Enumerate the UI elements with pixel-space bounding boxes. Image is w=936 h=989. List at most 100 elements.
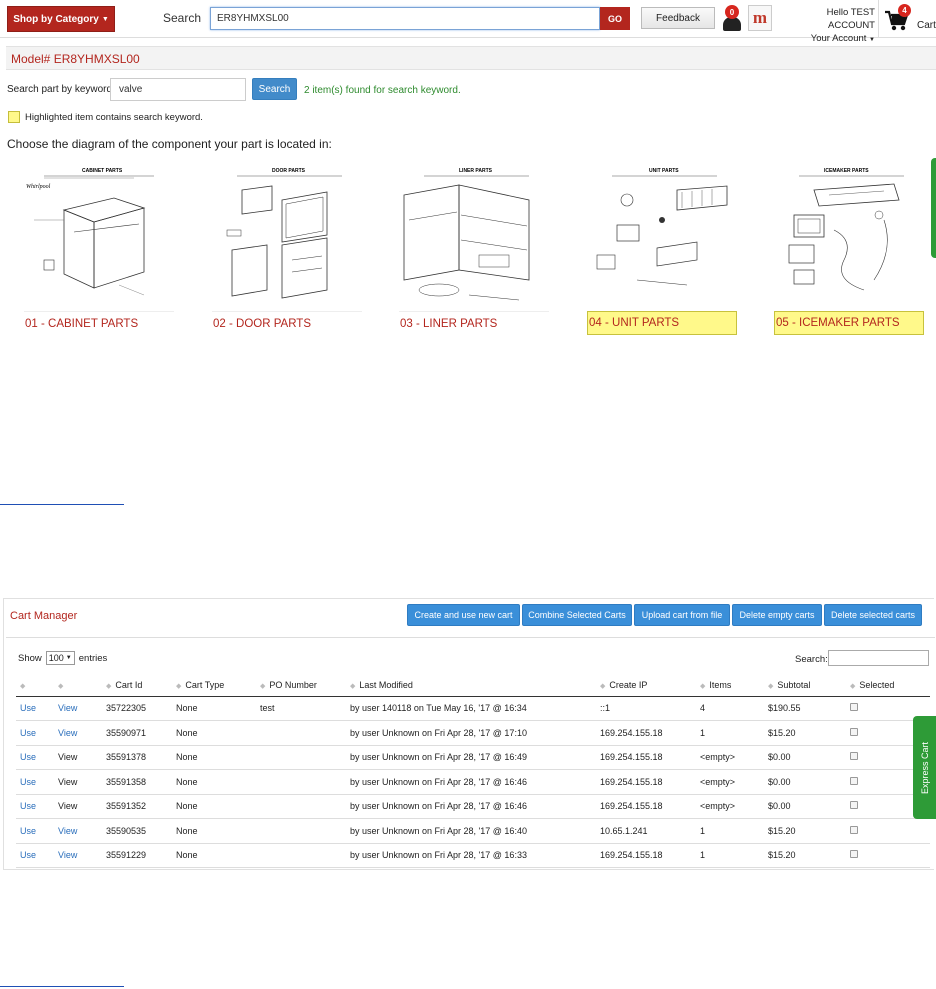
column-header-cart-type[interactable]: ◆ Cart Type [172,674,256,697]
view-cart-link[interactable]: View [54,843,102,868]
items-cell: <empty> [696,769,764,795]
shop-by-category-button[interactable]: Shop by Category ▼ [7,6,115,32]
diagram-image-title: CABINET PARTS [82,168,123,174]
feedback-button[interactable]: Feedback [641,7,715,29]
separator-rule [0,986,124,987]
use-cart-link[interactable]: Use [16,843,54,868]
column-header-view[interactable]: ◆ [54,674,102,697]
header-divider [878,0,879,38]
subtotal-cell: $0.00 [764,794,846,819]
po-number-cell [256,769,346,795]
table-search-input[interactable] [828,650,929,666]
table-row: Use View 35591352 None by user Unknown o… [16,794,930,819]
delete-empty-carts-button[interactable]: Delete empty carts [732,604,822,626]
keyword-label: Search part by keyword: [7,84,115,95]
use-cart-link[interactable]: Use [16,696,54,721]
select-cart-checkbox[interactable] [850,801,858,810]
upload-cart-button[interactable]: Upload cart from file [634,604,730,626]
diagram-caption[interactable]: 05 - ICEMAKER PARTS [774,311,924,335]
sort-icon: ◆ [768,682,774,690]
column-header-po-number[interactable]: ◆ PO Number [256,674,346,697]
use-cart-link[interactable]: Use [16,794,54,819]
view-cart-link[interactable]: View [54,696,102,721]
view-cart-link[interactable]: View [54,794,102,819]
combine-carts-button[interactable]: Combine Selected Carts [522,604,632,626]
diagram-caption[interactable]: 01 - CABINET PARTS [24,311,174,335]
keyword-search-button[interactable]: Search [252,78,297,100]
notifications-button[interactable]: 0 [721,5,745,33]
diagram-image-title: LINER PARTS [459,168,493,174]
last-modified-cell: by user Unknown on Fri Apr 28, '17 @ 16:… [346,769,596,795]
column-header-items[interactable]: ◆ Items [696,674,764,697]
po-number-cell [256,794,346,819]
choose-diagram-heading: Choose the diagram of the component your… [7,137,332,151]
sort-icon: ◆ [600,682,606,690]
express-cart-tab[interactable]: Express Cart [913,716,936,819]
items-cell: <empty> [696,794,764,819]
diagram-unit-parts[interactable]: UNIT PARTS 04 - UNIT PARTS [587,160,737,335]
po-number-cell [256,745,346,770]
diagram-door-parts[interactable]: DOOR PARTS 02 - DOOR PARTS [212,160,362,335]
express-cart-label: Express Cart [919,741,930,794]
subtotal-cell: $15.20 [764,818,846,844]
column-header-use[interactable]: ◆ [16,674,54,697]
diagram-icemaker-parts[interactable]: ICEMAKER PARTS 05 - ICEMAKER PARTS [774,160,924,335]
diagram-image-title: DOOR PARTS [272,168,306,174]
keyword-input[interactable] [110,78,246,101]
cart-id-cell: 35591352 [102,794,172,819]
last-modified-cell: by user Unknown on Fri Apr 28, '17 @ 16:… [346,745,596,770]
use-cart-link[interactable]: Use [16,769,54,795]
account-menu[interactable]: Hello TEST ACCOUNT Your Account ▼ [783,6,875,47]
create-ip-cell: 10.65.1.241 [596,818,696,844]
cart-label: Cart [917,20,936,31]
column-header-last-modified[interactable]: ◆ Last Modified [346,674,596,697]
cabinet-parts-diagram-image: CABINET PARTS Whirlpool [26,168,154,296]
view-cart-link[interactable]: View [54,769,102,795]
select-cart-checkbox[interactable] [850,703,858,712]
entries-select[interactable]: 100 ▼ [45,651,75,665]
side-tab-edge[interactable] [931,158,936,258]
entries-label: entries [78,652,108,664]
items-cell: 1 [696,843,764,868]
select-cart-checkbox[interactable] [850,727,858,736]
column-header-create-ip[interactable]: ◆ Create IP [596,674,696,697]
table-row: Use View 35591358 None by user Unknown o… [16,769,930,795]
table-row: Use View 35722305 None test by user 1401… [16,696,930,721]
diagram-image-title: UNIT PARTS [649,168,679,174]
cart-manager-title: Cart Manager [10,610,78,622]
sort-icon: ◆ [106,682,112,690]
go-button[interactable]: GO [600,7,630,30]
diagram-liner-parts[interactable]: LINER PARTS 03 - LINER PARTS [399,160,549,335]
diagram-caption[interactable]: 04 - UNIT PARTS [587,311,737,335]
select-cart-checkbox[interactable] [850,776,858,785]
diagram-caption[interactable]: 03 - LINER PARTS [399,311,549,335]
m-logo-icon[interactable]: m [748,5,772,31]
delete-selected-carts-button[interactable]: Delete selected carts [824,604,922,626]
account-greeting: Hello TEST ACCOUNT [826,7,875,31]
diagram-cabinet-parts[interactable]: CABINET PARTS Whirlpool 01 - CABINET PAR… [24,160,174,335]
caret-down-icon: ▼ [101,15,109,23]
search-input[interactable] [210,7,600,30]
use-cart-link[interactable]: Use [16,818,54,844]
chevron-down-icon: ▼ [65,655,72,661]
create-new-cart-button[interactable]: Create and use new cart [407,604,520,626]
column-header-subtotal[interactable]: ◆ Subtotal [764,674,846,697]
carts-table: ◆ ◆ ◆ Cart Id ◆ Cart Type ◆ PO Number ◆ Last… [16,674,930,868]
highlight-legend-text: Highlighted item contains search keyword… [25,112,203,123]
column-header-selected[interactable]: ◆ Selected [846,674,930,697]
cart-button[interactable]: 4 Cart [884,4,936,34]
column-header-cart-id[interactable]: ◆ Cart Id [102,674,172,697]
po-number-cell: test [256,696,346,721]
select-cart-checkbox[interactable] [850,752,858,761]
use-cart-link[interactable]: Use [16,720,54,746]
diagram-caption[interactable]: 02 - DOOR PARTS [212,311,362,335]
subtotal-cell: $190.55 [764,696,846,721]
last-modified-cell: by user Unknown on Fri Apr 28, '17 @ 16:… [346,818,596,844]
select-cart-checkbox[interactable] [850,825,858,834]
select-cart-checkbox[interactable] [850,850,858,859]
view-cart-link[interactable]: View [54,745,102,770]
use-cart-link[interactable]: Use [16,745,54,770]
view-cart-link[interactable]: View [54,818,102,844]
view-cart-link[interactable]: View [54,720,102,746]
table-row: Use View 35591229 None by user Unknown o… [16,843,930,868]
